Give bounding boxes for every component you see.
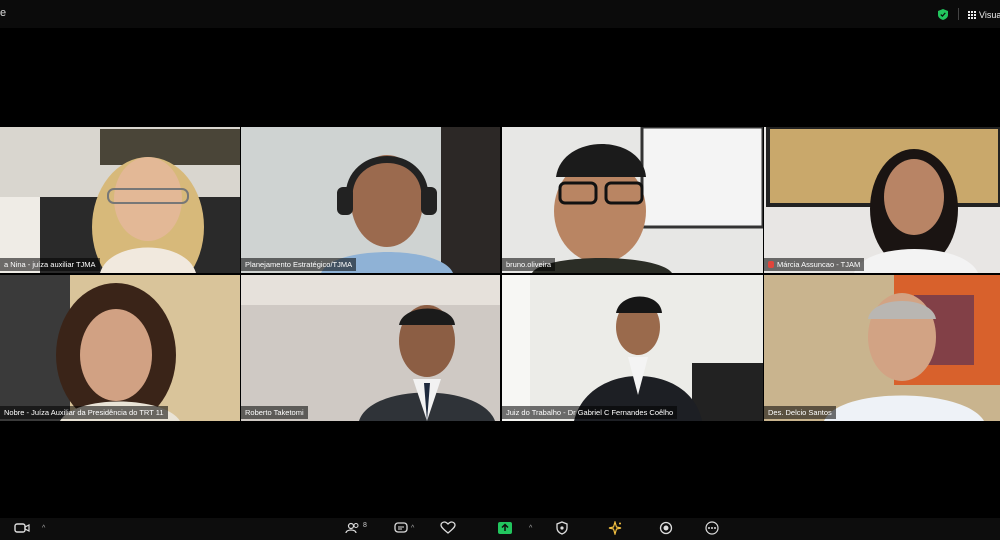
security-icon xyxy=(556,521,568,535)
participants-icon xyxy=(345,522,359,534)
record-button[interactable] xyxy=(659,520,673,536)
participant-name: Des. Delcio Santos xyxy=(768,408,832,417)
share-screen-button[interactable]: ^ xyxy=(497,520,532,536)
participant-name-tag: Roberto Taketomi xyxy=(241,406,308,419)
view-button[interactable]: Visuali xyxy=(968,8,1000,22)
participant-video xyxy=(764,127,1000,273)
record-icon xyxy=(659,521,673,535)
participant-video xyxy=(502,275,763,421)
video-tile[interactable]: Márcia Assuncao - TJAM xyxy=(764,127,1000,273)
participant-video xyxy=(0,275,240,421)
participant-name: a Nina - juíza auxiliar TJMA xyxy=(4,260,96,269)
share-screen-icon xyxy=(498,522,512,534)
top-bar-divider xyxy=(958,8,959,20)
grid-view-icon xyxy=(968,11,976,19)
video-tile[interactable]: Planejamento Estratégico/TJMA xyxy=(241,127,500,273)
participants-count: 8 xyxy=(363,521,367,529)
participants-button[interactable]: 8 xyxy=(345,520,367,536)
participant-name-tag: Márcia Assuncao - TJAM xyxy=(764,258,865,271)
participant-name-tag: a Nina - juíza auxiliar TJMA xyxy=(0,258,100,271)
participant-name: Planejamento Estratégico/TJMA xyxy=(245,260,353,269)
react-icon xyxy=(440,521,456,534)
meeting-top-bar: e Visuali xyxy=(0,0,1000,28)
participant-name-tag: Juiz do Trabalho - Dr Gabriel C Fernande… xyxy=(502,406,678,419)
security-button[interactable] xyxy=(555,520,569,536)
video-tile[interactable]: Roberto Taketomi xyxy=(241,275,500,421)
chevron-up-icon[interactable]: ^ xyxy=(42,525,45,532)
video-button[interactable]: ^ xyxy=(14,520,45,536)
participant-video xyxy=(241,127,500,273)
more-button[interactable] xyxy=(705,520,719,536)
chat-icon xyxy=(394,522,408,533)
video-tile[interactable]: Des. Delcio Santos xyxy=(764,275,1000,421)
chevron-up-icon[interactable]: ^ xyxy=(529,525,532,532)
participant-name: Márcia Assuncao - TJAM xyxy=(777,260,861,269)
video-tile[interactable]: Nobre - Juíza Auxiliar da Presidência do… xyxy=(0,275,240,421)
view-label: Visuali xyxy=(979,10,1000,20)
participant-name: Juiz do Trabalho - Dr Gabriel C Fernande… xyxy=(506,408,674,417)
more-icon xyxy=(705,521,719,535)
encryption-shield-icon[interactable] xyxy=(938,9,948,20)
participant-video xyxy=(502,127,763,273)
chat-button[interactable]: ^ xyxy=(393,520,414,536)
participant-video xyxy=(241,275,500,421)
window-title-fragment: e xyxy=(0,7,7,19)
camera-icon xyxy=(14,523,30,533)
participant-name-tag: Planejamento Estratégico/TJMA xyxy=(241,258,357,271)
video-tile[interactable]: bruno.oliveira xyxy=(502,127,763,273)
react-button[interactable] xyxy=(440,520,456,536)
meeting-controls-bar: ^ 8 ^ ^ xyxy=(0,518,1000,540)
participant-name-tag: Des. Delcio Santos xyxy=(764,406,836,419)
participant-video xyxy=(764,275,1000,421)
ai-companion-icon xyxy=(608,521,622,535)
participant-name: Nobre - Juíza Auxiliar da Presidência do… xyxy=(4,408,164,417)
video-gallery: a Nina - juíza auxiliar TJMA Planejament… xyxy=(0,127,1000,421)
participant-name: bruno.oliveira xyxy=(506,260,552,269)
participant-name: Roberto Taketomi xyxy=(245,408,304,417)
microphone-muted-icon xyxy=(768,261,774,268)
participant-video xyxy=(0,127,240,273)
chevron-up-icon[interactable]: ^ xyxy=(411,525,414,532)
video-tile[interactable]: a Nina - juíza auxiliar TJMA xyxy=(0,127,240,273)
video-tile[interactable]: Juiz do Trabalho - Dr Gabriel C Fernande… xyxy=(502,275,763,421)
participant-name-tag: bruno.oliveira xyxy=(502,258,556,271)
participant-name-tag: Nobre - Juíza Auxiliar da Presidência do… xyxy=(0,406,168,419)
ai-companion-button[interactable] xyxy=(607,520,623,536)
